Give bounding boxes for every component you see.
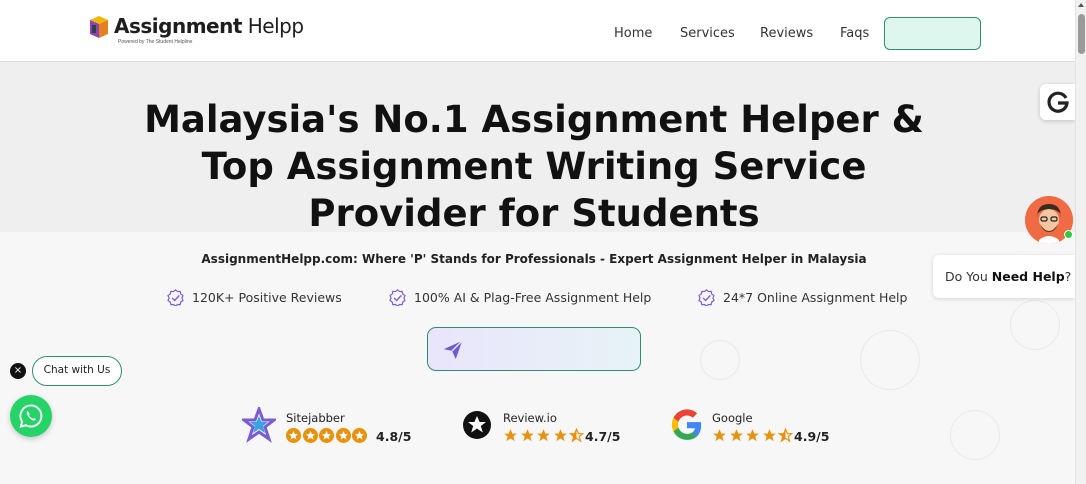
rating-source: Google <box>712 411 753 425</box>
rating-source: Review.io <box>503 411 557 425</box>
half-star-icon <box>778 428 793 443</box>
star-icon <box>553 429 567 442</box>
star-icon <box>537 429 550 442</box>
nav-services[interactable]: Services <box>680 26 735 41</box>
hero-title: Malaysia's No.1 Assignment Helper & Top … <box>134 96 934 237</box>
close-chat-button[interactable]: × <box>10 363 26 379</box>
star-icon <box>302 428 318 443</box>
header-cta-button[interactable] <box>884 17 981 50</box>
hero-title-line: Malaysia's No.1 Assignment Helper & <box>144 98 924 141</box>
chat-with-us-button[interactable]: Chat with Us <box>32 356 122 386</box>
star-icon <box>335 428 351 443</box>
scroll-up-arrow-icon[interactable] <box>1078 3 1084 7</box>
star-icon <box>352 428 367 443</box>
star-icon <box>762 429 776 442</box>
nav-home[interactable]: Home <box>614 26 652 41</box>
background-doodle <box>700 340 740 380</box>
g-logo-icon <box>1047 91 1069 113</box>
feature-item: 120K+ Positive Reviews <box>167 289 342 306</box>
hero-subtitle: AssignmentHelpp.com: Where 'P' Stands fo… <box>201 252 867 266</box>
logo[interactable]: Assignment Helpp Powered by The Student … <box>88 14 304 45</box>
online-status-dot <box>1064 230 1073 239</box>
check-badge-icon <box>167 289 184 306</box>
star-icon <box>504 429 517 442</box>
hero-cta-button[interactable] <box>427 327 641 371</box>
half-star-icon <box>569 428 584 443</box>
send-icon <box>443 340 463 360</box>
hero-title-line: Top Assignment Writing Service <box>201 145 867 188</box>
feature-item: 24*7 Online Assignment Help <box>698 289 907 306</box>
logo-tagline: Powered by The Student Helpline <box>118 39 193 45</box>
background-doodle <box>950 410 1000 460</box>
star-icon <box>746 429 759 442</box>
site-header: Assignment Helpp Powered by The Student … <box>0 0 1075 62</box>
sitejabber-icon <box>242 407 276 443</box>
logo-text: Assignment Helpp <box>114 14 304 38</box>
need-help-bubble[interactable]: Do You Need Help? <box>933 255 1075 298</box>
g-badge-widget[interactable] <box>1040 84 1075 120</box>
scroll-thumb[interactable] <box>1078 14 1085 54</box>
whatsapp-button[interactable] <box>10 395 52 437</box>
background-doodle <box>1010 300 1060 350</box>
nav-reviews[interactable]: Reviews <box>760 26 813 41</box>
check-badge-icon <box>389 289 406 306</box>
rating-score: 4.8/5 <box>376 429 412 444</box>
whatsapp-icon <box>19 404 43 428</box>
star-icon <box>520 429 534 442</box>
check-badge-icon <box>698 289 715 306</box>
logo-cube-icon <box>88 14 110 40</box>
star-icon <box>729 429 743 442</box>
background-doodle <box>860 330 920 390</box>
star-rating <box>286 428 369 443</box>
google-icon <box>671 409 702 440</box>
star-rating <box>503 428 586 443</box>
star-icon <box>713 429 726 442</box>
star-icon <box>319 428 334 443</box>
star-icon <box>286 428 301 443</box>
feature-item: 100% AI & Plag-Free Assignment Help <box>389 289 651 306</box>
feature-label: 24*7 Online Assignment Help <box>723 290 908 305</box>
feature-label: 120K+ Positive Reviews <box>192 290 342 305</box>
rating-score: 4.9/5 <box>794 429 830 444</box>
page-scrollbar[interactable] <box>1075 0 1086 484</box>
reviewio-icon <box>463 411 491 439</box>
star-rating <box>712 428 795 443</box>
hero-title-line: Provider for Students <box>308 192 760 235</box>
feature-label: 100% AI & Plag-Free Assignment Help <box>414 290 652 305</box>
rating-score: 4.7/5 <box>585 429 621 444</box>
rating-source: Sitejabber <box>286 411 345 425</box>
nav-faqs[interactable]: Faqs <box>840 26 869 41</box>
